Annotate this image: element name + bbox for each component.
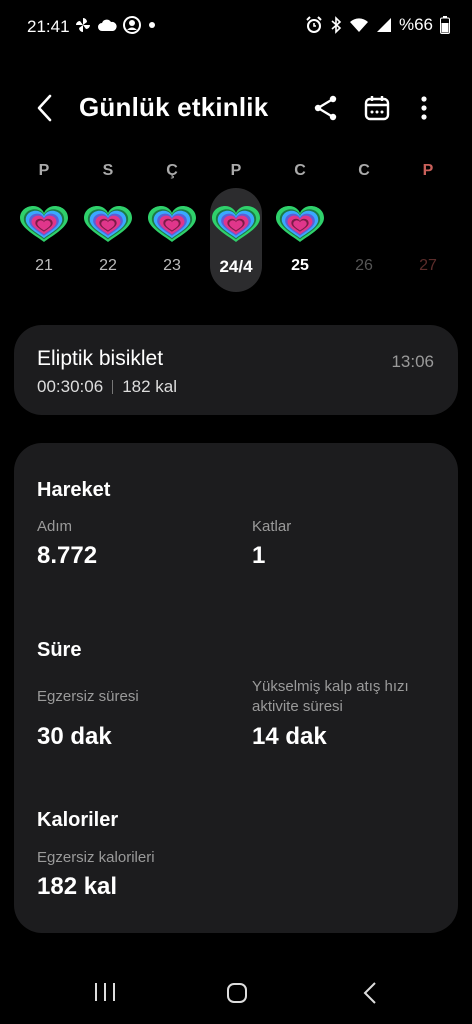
exercise-calories: 182 kal	[122, 377, 178, 396]
day-number: 22	[99, 257, 117, 274]
activity-heart-icon	[212, 206, 260, 242]
day-of-week-label: Ç	[166, 162, 178, 179]
floors-value: 1	[252, 542, 266, 569]
day-item[interactable]: Ç 23	[140, 156, 204, 296]
back-button[interactable]	[30, 92, 62, 124]
status-time: 21:41	[27, 17, 70, 36]
more-options-button[interactable]	[410, 92, 438, 124]
exercise-time: 13:06	[391, 352, 434, 371]
day-of-week-label: S	[102, 162, 114, 179]
elevated-hr-label-line1: Yükselmiş kalp atış hızı	[252, 678, 409, 695]
wifi-icon	[349, 18, 368, 32]
section-title-calories: Kaloriler	[37, 809, 119, 831]
share-button[interactable]	[310, 92, 342, 124]
day-of-week-label: P	[230, 162, 242, 179]
dot-icon	[149, 22, 155, 28]
day-item-today[interactable]: C 25	[268, 156, 332, 296]
day-number: 24/4	[219, 257, 253, 276]
elevated-hr-value: 14 dak	[252, 723, 327, 750]
steps-value: 8.772	[37, 542, 98, 569]
day-number: 23	[163, 257, 181, 274]
more-vertical-icon	[421, 96, 427, 120]
day-number: 27	[419, 257, 437, 274]
day-item-selected[interactable]: P 24/4	[204, 156, 268, 296]
activity-heart-icon	[84, 206, 132, 242]
page-title: Günlük etkinlik	[79, 92, 269, 122]
nav-back-icon	[363, 982, 376, 1004]
day-of-week-label: P	[422, 162, 434, 179]
exercise-record-card[interactable]: Eliptik bisiklet 13:06 00:30:06 182 kal	[14, 325, 458, 415]
floors-label: Katlar	[252, 518, 292, 535]
activity-heart-icon	[276, 206, 324, 242]
recent-apps-icon	[95, 983, 115, 1001]
activity-heart-icon	[148, 206, 196, 242]
calendar-icon	[364, 96, 390, 121]
elevated-hr-label-line2: aktivite süresi	[252, 698, 343, 715]
calendar-button[interactable]	[361, 92, 393, 124]
exercise-duration-value: 30 dak	[37, 723, 112, 750]
day-of-week-label: C	[294, 162, 306, 179]
contact-icon	[123, 16, 141, 34]
day-item: C 26	[332, 156, 396, 296]
activity-heart-icon	[20, 206, 68, 242]
day-number: 25	[291, 257, 309, 274]
day-of-week-label: P	[38, 162, 50, 179]
signal-icon	[376, 18, 391, 32]
exercise-summary: 00:30:06 182 kal	[37, 377, 177, 397]
steps-label: Adım	[37, 518, 73, 535]
status-bar: 21:41 %66	[0, 0, 472, 56]
home-button[interactable]	[224, 980, 250, 1006]
exercise-calories-value: 182 kal	[37, 873, 118, 900]
section-title-movement: Hareket	[37, 479, 111, 501]
cloud-icon	[98, 19, 117, 31]
day-of-week-label: C	[358, 162, 370, 179]
daily-stats-card: Hareket Adım 8.772 Katlar 1 Süre Egzersi…	[14, 443, 458, 933]
bluetooth-icon	[331, 16, 342, 34]
battery-percent: %66	[398, 15, 433, 34]
separator	[112, 380, 114, 394]
section-title-duration: Süre	[37, 639, 82, 661]
week-day-selector: P 21 S 22 Ç 23 P 24/4 C 25 C 26 P 27	[12, 156, 460, 296]
battery-icon	[440, 16, 450, 34]
alarm-icon	[306, 16, 322, 33]
back-arrow-icon	[37, 94, 52, 122]
system-navigation-bar	[0, 960, 472, 1024]
day-item[interactable]: P 21	[12, 156, 76, 296]
pinwheel-icon	[76, 18, 90, 32]
exercise-duration-label: Egzersiz süresi	[37, 688, 139, 705]
day-item[interactable]: S 22	[76, 156, 140, 296]
app-header: Günlük etkinlik	[0, 80, 472, 136]
exercise-duration: 00:30:06	[37, 377, 104, 396]
recent-apps-button[interactable]	[93, 980, 117, 1004]
share-icon	[314, 95, 337, 121]
home-icon	[227, 983, 247, 1003]
day-number: 21	[35, 257, 53, 274]
exercise-calories-label: Egzersiz kalorileri	[37, 849, 155, 866]
exercise-name: Eliptik bisiklet	[37, 347, 164, 370]
nav-back-button[interactable]	[360, 980, 380, 1006]
day-number: 26	[355, 257, 373, 274]
day-item: P 27	[396, 156, 460, 296]
